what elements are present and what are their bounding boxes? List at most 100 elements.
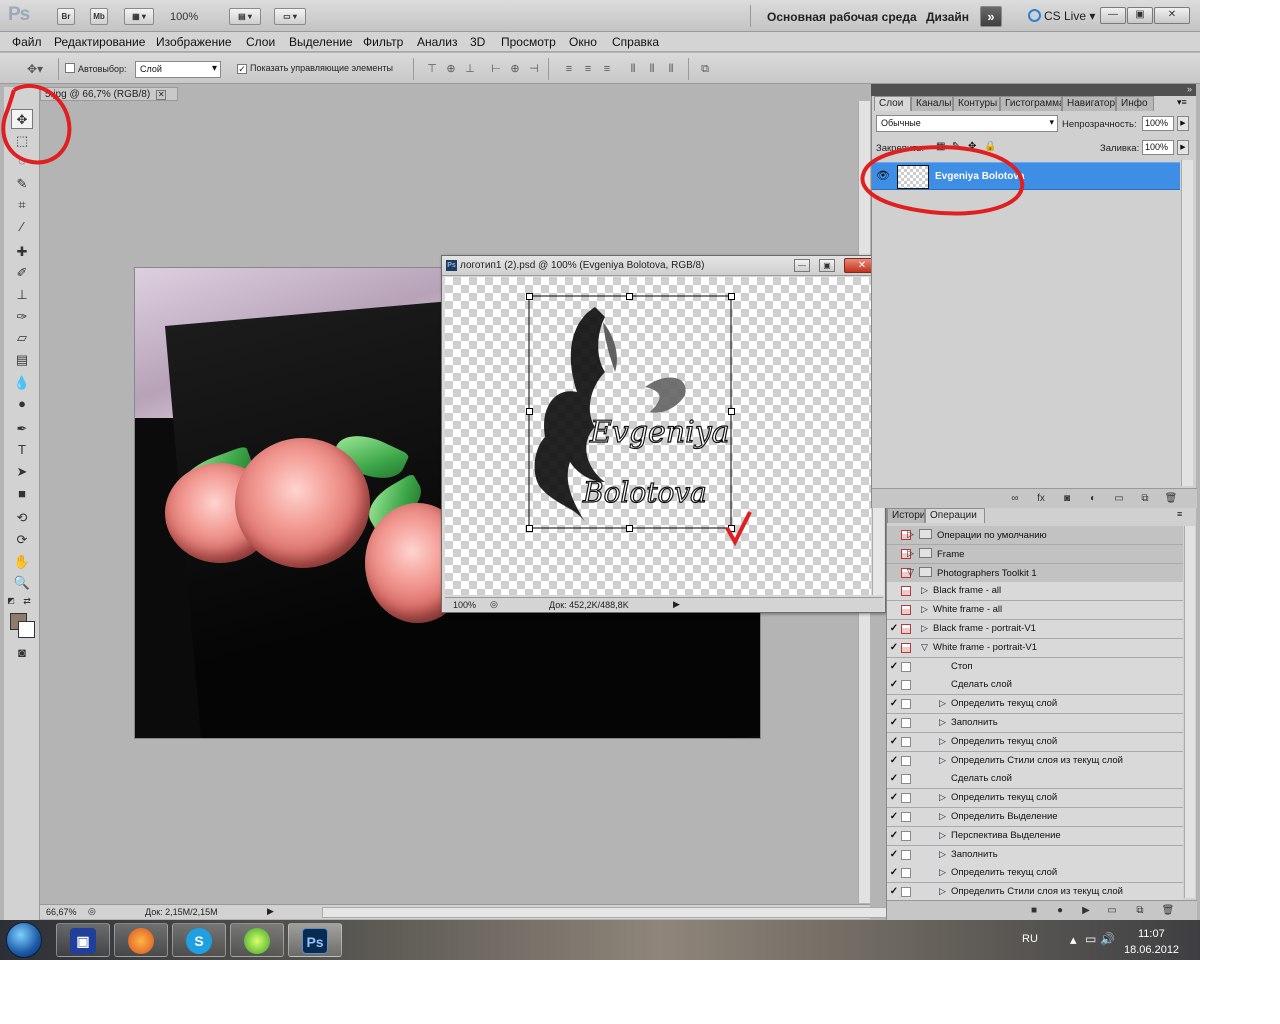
network-icon[interactable]: ▭ [1085, 932, 1096, 946]
tab-history[interactable]: История [887, 508, 925, 523]
restore-button[interactable]: ▣ [1127, 7, 1153, 24]
action-toggle-checkbox[interactable]: ✓ [889, 830, 899, 841]
pen-tool-icon[interactable]: ✒ [11, 419, 33, 439]
dialog-toggle-icon[interactable] [901, 736, 911, 747]
close-button[interactable]: ✕ [1154, 7, 1190, 24]
menu-file[interactable]: Файл [12, 35, 42, 49]
language-indicator[interactable]: RU [1022, 933, 1038, 945]
expand-triangle-icon[interactable]: ▷ [939, 849, 946, 860]
align-horizontal-center-icon[interactable]: ⊕ [508, 62, 522, 76]
dialog-toggle-icon[interactable] [901, 586, 911, 597]
document-horizontal-scrollbar[interactable] [322, 907, 894, 918]
dialog-toggle-icon[interactable] [901, 830, 911, 841]
dialog-toggle-icon[interactable] [901, 849, 911, 860]
menu-filter[interactable]: Фильтр [363, 35, 403, 49]
lock-all-icon[interactable]: 🔒 [984, 141, 996, 152]
panel-menu-icon[interactable]: ≡ [1177, 509, 1182, 519]
menu-help[interactable]: Справка [612, 35, 659, 49]
screen-mode-icon[interactable]: ▭ ▾ [274, 8, 306, 25]
action-toggle-checkbox[interactable] [889, 586, 899, 596]
hand-tool-icon[interactable]: ✋ [11, 552, 33, 572]
expand-triangle-icon[interactable]: ▷ [907, 529, 914, 540]
action-row[interactable]: ✓ ▷ Заполнить [887, 714, 1183, 733]
brush-tool-icon[interactable]: ✐ [11, 263, 33, 283]
action-toggle-checkbox[interactable] [889, 605, 899, 615]
close-tab-icon[interactable]: ✕ [156, 90, 167, 100]
align-top-icon[interactable]: ⊤ [425, 62, 439, 76]
swap-colors-icon[interactable]: ⇄ [21, 591, 33, 611]
history-brush-icon[interactable]: ✑ [11, 307, 33, 327]
show-hidden-icons-icon[interactable]: ▴ [1070, 932, 1077, 948]
action-row[interactable]: ✓ ▷ Определить текущ слой [887, 864, 1183, 884]
layer-name[interactable]: Evgeniya Bolotova [935, 171, 1024, 182]
expand-triangle-icon[interactable]: ▷ [921, 623, 928, 634]
new-set-icon[interactable]: ▭ [1105, 904, 1119, 917]
status-info-icon[interactable]: ◎ [490, 599, 498, 610]
transform-handle-sw[interactable] [526, 525, 533, 532]
expand-triangle-icon[interactable]: ▷ [907, 548, 914, 559]
transform-handle-w[interactable] [526, 408, 533, 415]
action-row[interactable]: ✓ ▷ Определить текущ слой [887, 732, 1183, 752]
logo-window-zoom[interactable]: 100% [453, 600, 476, 610]
action-row[interactable]: ▽ Photographers Toolkit 1 [887, 563, 1183, 583]
dialog-toggle-icon[interactable] [901, 624, 911, 634]
expand-triangle-icon[interactable]: ▷ [921, 585, 928, 596]
show-transform-controls-option[interactable]: ✓ Показать управляющие элементы [237, 63, 393, 74]
rectangular-marquee-icon[interactable]: ⬚ [11, 131, 33, 151]
action-row[interactable]: ▷ Black frame - all [887, 582, 1183, 602]
status-menu-arrow-icon[interactable]: ▶ [267, 906, 274, 917]
dialog-toggle-icon[interactable] [901, 680, 911, 691]
action-toggle-checkbox[interactable]: ✓ [889, 868, 899, 878]
document-zoom[interactable]: 66,67% [46, 907, 77, 917]
crop-tool-icon[interactable]: ⌗ [11, 195, 33, 215]
action-toggle-checkbox[interactable] [889, 549, 899, 559]
action-row[interactable]: ✓ Сделать слой [887, 676, 1183, 696]
tab-actions[interactable]: Операции [925, 508, 985, 523]
action-toggle-checkbox[interactable] [889, 530, 899, 540]
dialog-toggle-icon[interactable] [901, 868, 911, 879]
volume-icon[interactable]: 🔊 [1100, 932, 1115, 946]
taskbar-icq[interactable] [230, 923, 284, 957]
auto-select-target-dropdown[interactable]: Слой [135, 61, 221, 78]
stop-playback-icon[interactable]: ■ [1027, 904, 1041, 917]
expand-triangle-icon[interactable]: ▷ [939, 886, 946, 897]
clone-stamp-icon[interactable]: ⊥ [11, 285, 33, 305]
delete-action-icon[interactable]: 🗑 [1161, 904, 1175, 917]
workspace-design[interactable]: Дизайн [926, 10, 969, 24]
align-vertical-center-icon[interactable]: ⊕ [444, 62, 458, 76]
auto-select-checkbox[interactable] [65, 63, 75, 73]
logo-window-restore-button[interactable]: ▣ [819, 259, 835, 272]
dialog-toggle-icon[interactable] [901, 755, 911, 766]
fill-input[interactable]: 100% [1142, 140, 1174, 155]
3d-rotate-icon[interactable]: ⟲ [11, 508, 33, 528]
background-color-swatch[interactable] [18, 621, 35, 638]
type-tool-icon[interactable]: T [11, 440, 33, 460]
menu-view[interactable]: Просмотр [501, 35, 556, 49]
expand-triangle-icon[interactable]: ▽ [921, 642, 928, 653]
dialog-toggle-icon[interactable] [901, 699, 911, 710]
transform-handle-n[interactable] [626, 293, 633, 300]
more-workspaces-icon[interactable]: » [980, 6, 1002, 27]
eyedropper-icon[interactable]: ⁄ [11, 217, 33, 237]
action-toggle-checkbox[interactable]: ✓ [889, 736, 899, 747]
expand-triangle-icon[interactable]: ▷ [939, 792, 946, 803]
tool-preset-picker[interactable]: ✥▾ [18, 62, 52, 76]
action-toggle-checkbox[interactable]: ✓ [889, 755, 899, 766]
auto-align-layers-icon[interactable]: ⧉ [698, 62, 712, 76]
logo-window-minimize-button[interactable]: — [794, 259, 810, 272]
action-toggle-checkbox[interactable] [889, 568, 899, 578]
lock-pixels-icon[interactable]: ✎ [952, 141, 960, 152]
visibility-eye-icon[interactable]: 👁 [875, 168, 891, 184]
auto-select-option[interactable]: Автовыбор: [65, 63, 127, 74]
action-toggle-checkbox[interactable]: ✓ [889, 812, 899, 822]
status-menu-arrow-icon[interactable]: ▶ [673, 599, 680, 610]
expand-triangle-icon[interactable]: ▷ [939, 830, 946, 841]
align-right-icon[interactable]: ⊣ [527, 62, 541, 76]
menu-analysis[interactable]: Анализ [417, 35, 458, 49]
transform-handle-s[interactable] [626, 525, 633, 532]
dodge-tool-icon[interactable]: ● [11, 394, 33, 414]
expand-triangle-icon[interactable]: ▷ [939, 811, 946, 822]
new-layer-icon[interactable]: ⧉ [1138, 492, 1152, 505]
view-extras-icon[interactable]: ▦ ▾ [124, 8, 154, 25]
menu-3d[interactable]: 3D [470, 35, 485, 49]
